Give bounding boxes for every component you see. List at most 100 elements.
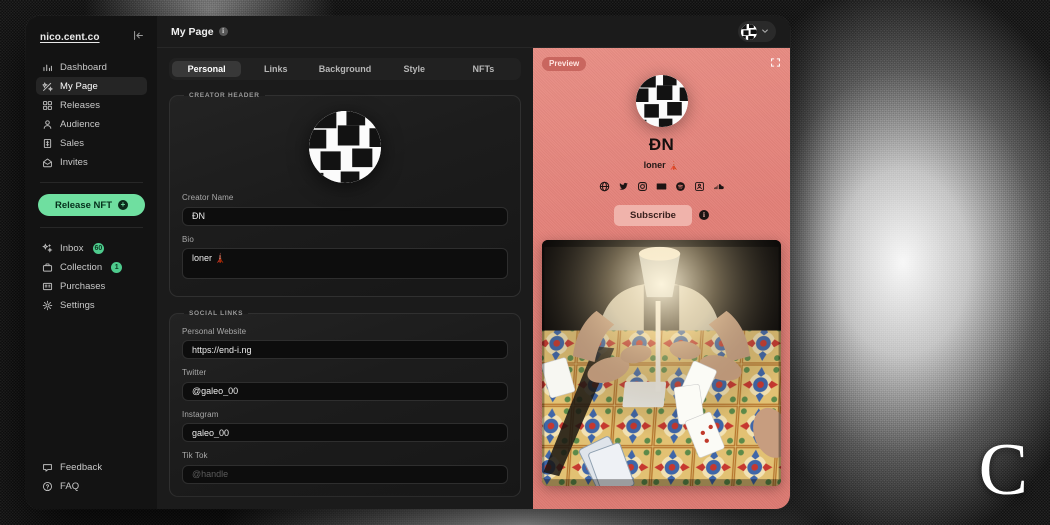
sidebar-item-label: Releases xyxy=(60,99,101,111)
feedback-icon xyxy=(42,462,53,473)
subscribe-info-icon[interactable]: i xyxy=(698,210,709,221)
release-nft-button[interactable]: Release NFT + xyxy=(38,194,145,216)
preview-social-row xyxy=(599,181,724,192)
subscribe-button[interactable]: Subscribe xyxy=(614,204,692,226)
sidebar-item-my-page[interactable]: My Page xyxy=(36,77,147,95)
tab-personal[interactable]: Personal xyxy=(172,61,242,77)
creator-avatar-wrap[interactable] xyxy=(182,109,508,193)
sidebar-item-label: Dashboard xyxy=(60,61,107,73)
bio-label: Bio xyxy=(182,234,194,244)
creator-name-label: Creator Name xyxy=(182,193,234,202)
sidebar-primary-nav: Dashboard My Page Releases Audience Sale… xyxy=(36,58,147,171)
soundcloud-icon[interactable] xyxy=(713,181,724,192)
sidebar-item-audience[interactable]: Audience xyxy=(36,115,147,133)
creator-header-legend: CREATOR HEADER xyxy=(189,92,260,99)
sidebar-item-label: Inbox xyxy=(60,242,84,254)
sidebar-divider-bottom xyxy=(40,227,143,228)
preview-panel: Preview ÐN loner 🗼 Subscribe i xyxy=(533,48,790,509)
sparkle-page-icon xyxy=(42,81,53,92)
gear-icon xyxy=(42,300,53,311)
instagram-label: Instagram xyxy=(182,409,219,419)
grid-blocks-icon xyxy=(42,100,53,111)
card-list-icon xyxy=(42,281,53,292)
person-icon xyxy=(42,119,53,130)
sidebar-item-faq[interactable]: FAQ xyxy=(36,477,147,495)
tab-nfts[interactable]: NFTs xyxy=(449,61,518,77)
release-nft-label: Release NFT xyxy=(54,199,113,211)
personal-website-input[interactable] xyxy=(182,340,508,359)
tab-links[interactable]: Links xyxy=(241,61,310,77)
brand-link[interactable]: nico.cent.co xyxy=(40,32,100,43)
editor-column: Personal Links Background Style NFTs CRE… xyxy=(157,48,533,509)
instagram-field: Instagram xyxy=(182,409,508,442)
collection-badge: 1 xyxy=(111,261,123,273)
sidebar-item-invites[interactable]: Invites xyxy=(36,153,147,171)
sidebar-item-label: Sales xyxy=(60,137,85,149)
app-window: nico.cent.co Dashboard My Page Releases … xyxy=(26,16,790,509)
sidebar-header: nico.cent.co xyxy=(36,30,147,44)
personal-website-label: Personal Website xyxy=(182,326,247,336)
sidebar-item-label: Invites xyxy=(60,156,88,168)
sidebar-item-releases[interactable]: Releases xyxy=(36,96,147,114)
twitter-input[interactable] xyxy=(182,381,508,401)
sidebar-item-inbox[interactable]: Inbox 60 xyxy=(36,239,147,257)
preview-avatar-checker-ball xyxy=(635,74,688,127)
chevron-down-icon xyxy=(761,27,769,37)
globe-icon[interactable] xyxy=(599,181,610,192)
bandcamp-icon[interactable] xyxy=(694,181,705,192)
sidebar-item-feedback[interactable]: Feedback xyxy=(36,458,147,476)
preview-toolbar: Preview xyxy=(542,57,781,71)
instagram-icon[interactable] xyxy=(637,181,648,192)
preview-profile: ÐN loner 🗼 Subscribe i xyxy=(542,71,781,226)
page-title-group: My Page i xyxy=(171,26,228,38)
twitter-label: Twitter xyxy=(182,368,207,377)
tab-background[interactable]: Background xyxy=(310,61,379,77)
info-icon[interactable]: i xyxy=(218,27,228,36)
sidebar-item-sales[interactable]: Sales xyxy=(36,134,147,152)
preview-badge: Preview xyxy=(542,57,587,71)
sidebar-item-label: Audience xyxy=(60,118,101,130)
chart-bars-icon xyxy=(42,62,53,73)
main-area: My Page i Personal Links Background Styl… xyxy=(157,16,790,509)
sidebar-divider-top xyxy=(40,182,143,183)
email-icon[interactable] xyxy=(656,181,667,192)
creator-header-panel: CREATOR HEADER Creator Name ÐN Bio loner… xyxy=(169,92,521,297)
personal-website-field: Personal Website xyxy=(182,326,508,359)
desktop-backdrop: C nico.cent.co Dashboard My Page Release… xyxy=(0,0,1050,525)
panel-collapse-icon[interactable] xyxy=(133,30,144,44)
inbox-badge: 60 xyxy=(92,242,105,254)
preview-creator-name: ÐN xyxy=(648,134,675,154)
tab-style[interactable]: Style xyxy=(380,61,449,77)
instagram-input[interactable] xyxy=(182,423,508,442)
page-title: My Page xyxy=(171,25,214,38)
sidebar-footer-nav: Feedback FAQ xyxy=(36,458,147,499)
sidebar-item-label: Purchases xyxy=(60,280,106,292)
sidebar-item-label: Collection xyxy=(60,261,103,273)
sidebar-item-purchases[interactable]: Purchases xyxy=(36,277,147,295)
bio-input[interactable]: loner 🗼 xyxy=(182,247,508,279)
creator-name-field: Creator Name xyxy=(182,193,508,226)
creator-avatar-checker-ball xyxy=(309,111,381,183)
sparkles-icon xyxy=(42,242,53,254)
question-circle-icon xyxy=(42,481,53,492)
sidebar-item-collection[interactable]: Collection 1 xyxy=(36,258,147,276)
receipt-icon xyxy=(42,138,53,149)
plus-icon: + xyxy=(118,200,129,210)
sidebar-secondary-nav: Inbox 60 Collection 1 Purchases Settings xyxy=(36,239,147,314)
tiktok-input[interactable] xyxy=(182,464,508,484)
expand-fullscreen-icon[interactable] xyxy=(770,57,781,68)
creator-name-input[interactable] xyxy=(182,206,508,226)
twitter-icon[interactable] xyxy=(618,181,629,192)
topbar: My Page i xyxy=(157,16,790,48)
sidebar-item-settings[interactable]: Settings xyxy=(36,296,147,314)
spotify-icon[interactable] xyxy=(675,181,686,192)
sidebar-item-label: My Page xyxy=(60,80,98,92)
twitter-field: Twitter xyxy=(182,368,508,401)
sidebar-item-dashboard[interactable]: Dashboard xyxy=(36,58,147,76)
content-split: Personal Links Background Style NFTs CRE… xyxy=(157,48,790,509)
subscribe-row: Subscribe i xyxy=(614,204,709,226)
briefcase-icon xyxy=(42,262,53,273)
editor-tabs: Personal Links Background Style NFTs xyxy=(169,58,521,80)
account-menu-button[interactable] xyxy=(738,21,776,42)
envelope-open-icon xyxy=(42,157,53,168)
